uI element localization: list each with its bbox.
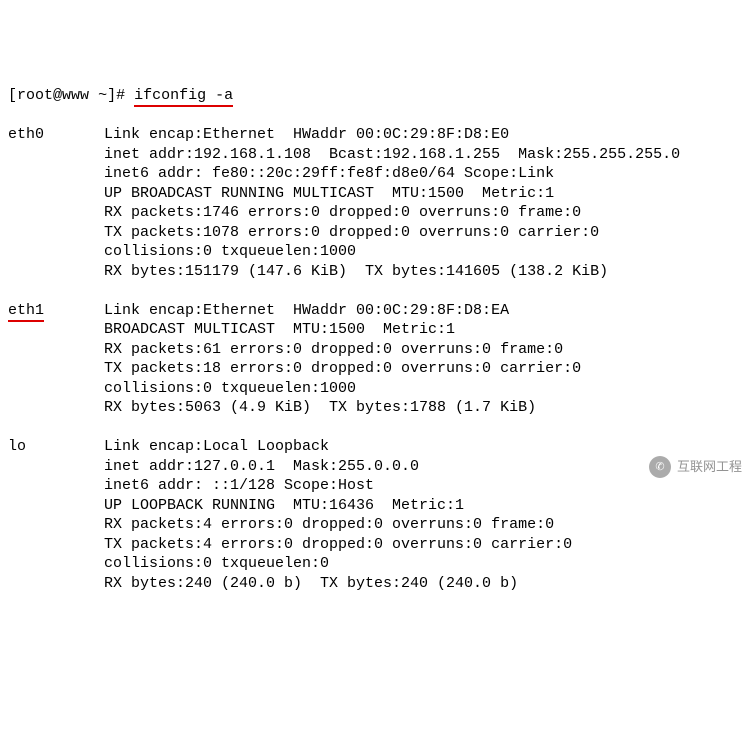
prompt-host: www [62, 87, 89, 104]
interface-details: Link encap:Ethernet HWaddr 00:0C:29:8F:D… [104, 301, 581, 418]
watermark-text: 互联网工程 [677, 459, 742, 476]
interface-name: eth0 [8, 125, 104, 145]
interface-line: RX packets:4 errors:0 dropped:0 overruns… [104, 515, 572, 535]
wechat-icon: ✆ [649, 456, 671, 478]
interface-name: lo [8, 437, 104, 457]
interface-line: TX packets:4 errors:0 dropped:0 overruns… [104, 535, 572, 555]
interface-line: RX bytes:240 (240.0 b) TX bytes:240 (240… [104, 574, 572, 594]
watermark: ✆ 互联网工程 [649, 456, 742, 478]
interface-line: RX bytes:151179 (147.6 KiB) TX bytes:141… [104, 262, 680, 282]
interface-line: UP LOOPBACK RUNNING MTU:16436 Metric:1 [104, 496, 572, 516]
interface-details: Link encap:Local Loopbackinet addr:127.0… [104, 437, 572, 593]
prompt-symbol: # [116, 87, 125, 104]
interface-block: loLink encap:Local Loopbackinet addr:127… [8, 437, 744, 593]
interface-line: collisions:0 txqueuelen:1000 [104, 242, 680, 262]
prompt-path: ~ [98, 87, 107, 104]
interface-line: inet6 addr: fe80::20c:29ff:fe8f:d8e0/64 … [104, 164, 680, 184]
interface-line: Link encap:Local Loopback [104, 437, 572, 457]
interface-line: inet addr:127.0.0.1 Mask:255.0.0.0 [104, 457, 572, 477]
interface-block: eth0Link encap:Ethernet HWaddr 00:0C:29:… [8, 125, 744, 281]
blank-line [8, 281, 744, 301]
interface-line: inet6 addr: ::1/128 Scope:Host [104, 476, 572, 496]
command-text: ifconfig -a [134, 87, 233, 107]
interface-line: RX bytes:5063 (4.9 KiB) TX bytes:1788 (1… [104, 398, 581, 418]
interface-line: collisions:0 txqueuelen:1000 [104, 379, 581, 399]
interface-line: Link encap:Ethernet HWaddr 00:0C:29:8F:D… [104, 301, 581, 321]
prompt-user: root [17, 87, 53, 104]
interface-details: Link encap:Ethernet HWaddr 00:0C:29:8F:D… [104, 125, 680, 281]
interface-line: Link encap:Ethernet HWaddr 00:0C:29:8F:D… [104, 125, 680, 145]
interface-line: inet addr:192.168.1.108 Bcast:192.168.1.… [104, 145, 680, 165]
prompt-line: [root@www ~]# ifconfig -a [8, 86, 744, 106]
interface-line: TX packets:1078 errors:0 dropped:0 overr… [104, 223, 680, 243]
interface-line: collisions:0 txqueuelen:0 [104, 554, 572, 574]
blank-line [8, 418, 744, 438]
interface-block: eth1Link encap:Ethernet HWaddr 00:0C:29:… [8, 301, 744, 418]
interface-name: eth1 [8, 301, 104, 321]
interface-line: TX packets:18 errors:0 dropped:0 overrun… [104, 359, 581, 379]
interface-line: UP BROADCAST RUNNING MULTICAST MTU:1500 … [104, 184, 680, 204]
interface-line: RX packets:1746 errors:0 dropped:0 overr… [104, 203, 680, 223]
interface-line: RX packets:61 errors:0 dropped:0 overrun… [104, 340, 581, 360]
interface-line: BROADCAST MULTICAST MTU:1500 Metric:1 [104, 320, 581, 340]
